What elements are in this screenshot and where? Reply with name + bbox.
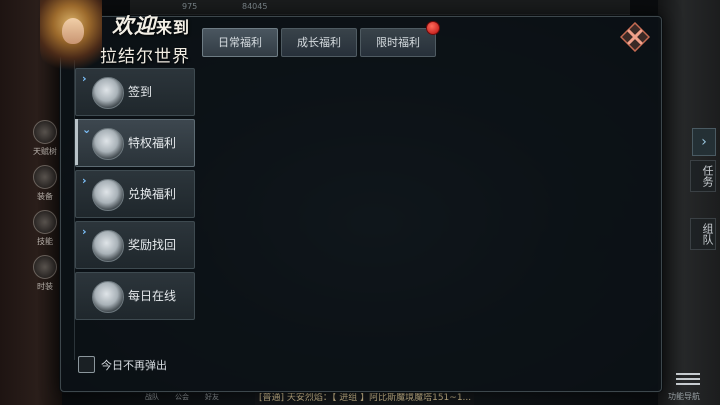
tab-team[interactable]: 组队 xyxy=(690,218,716,250)
welcome-title: 欢迎来到 xyxy=(112,13,191,38)
menu-item-daily-online[interactable]: 每日在线 xyxy=(75,272,195,320)
skill-icon xyxy=(33,210,57,234)
tab-growth-welfare[interactable]: 成长福利 xyxy=(281,28,357,57)
menu-item-privilege[interactable]: ⌄ 特权福利 xyxy=(75,119,195,167)
chevron-icon: › xyxy=(82,225,87,238)
top-resource-bar: 975 84045 xyxy=(130,0,630,15)
chevron-down-icon: ⌄ xyxy=(82,123,92,136)
tab-limited-welfare[interactable]: 限时福利 xyxy=(360,28,436,57)
side-button-equipment[interactable]: 装备 xyxy=(30,165,60,202)
expand-arrow-icon[interactable]: › xyxy=(692,128,716,156)
side-button-talent[interactable]: 天赋树 xyxy=(30,120,60,157)
side-button-fashion[interactable]: 时装 xyxy=(30,255,60,292)
chevron-icon: › xyxy=(82,72,87,85)
talent-icon xyxy=(33,120,57,144)
notification-badge xyxy=(426,21,440,35)
function-menu-label: 功能导航 xyxy=(668,392,700,401)
dont-show-today-label[interactable]: 今日不再弹出 xyxy=(101,357,167,373)
chevron-icon: › xyxy=(82,174,87,187)
resource-count: 84045 xyxy=(242,2,268,11)
function-menu-icon[interactable] xyxy=(676,370,700,388)
nav-friends[interactable]: 好友 xyxy=(205,392,219,402)
active-indicator xyxy=(75,119,78,165)
clock-icon xyxy=(92,281,124,313)
scroll-icon xyxy=(92,77,124,109)
side-button-skill[interactable]: 技能 xyxy=(30,210,60,247)
dont-show-today-checkbox[interactable] xyxy=(78,356,95,373)
equipment-icon xyxy=(33,165,57,189)
nav-guild-team[interactable]: 战队 xyxy=(145,392,159,402)
tab-quest[interactable]: 任务 xyxy=(690,160,716,192)
close-icon[interactable] xyxy=(620,22,650,52)
menu-item-signin[interactable]: › 签到 xyxy=(75,68,195,116)
card-icon xyxy=(92,128,124,160)
menu-item-exchange[interactable]: › 兑换福利 xyxy=(75,170,195,218)
welcome-subtitle: 拉结尔世界 xyxy=(100,47,190,67)
hero-face xyxy=(62,18,84,44)
right-hud-strip xyxy=(658,0,720,405)
menu-item-reward-recovery[interactable]: › 奖励找回 xyxy=(75,221,195,269)
gift-icon xyxy=(92,230,124,262)
chat-ticker[interactable]: [普通] 天安烈焰：【 进组 】阿比斯魔境魔塔151~1... xyxy=(255,391,474,405)
nav-guild[interactable]: 公会 xyxy=(175,392,189,402)
fashion-icon xyxy=(33,255,57,279)
emblem-icon xyxy=(92,179,124,211)
tab-daily-welfare[interactable]: 日常福利 xyxy=(202,28,278,57)
